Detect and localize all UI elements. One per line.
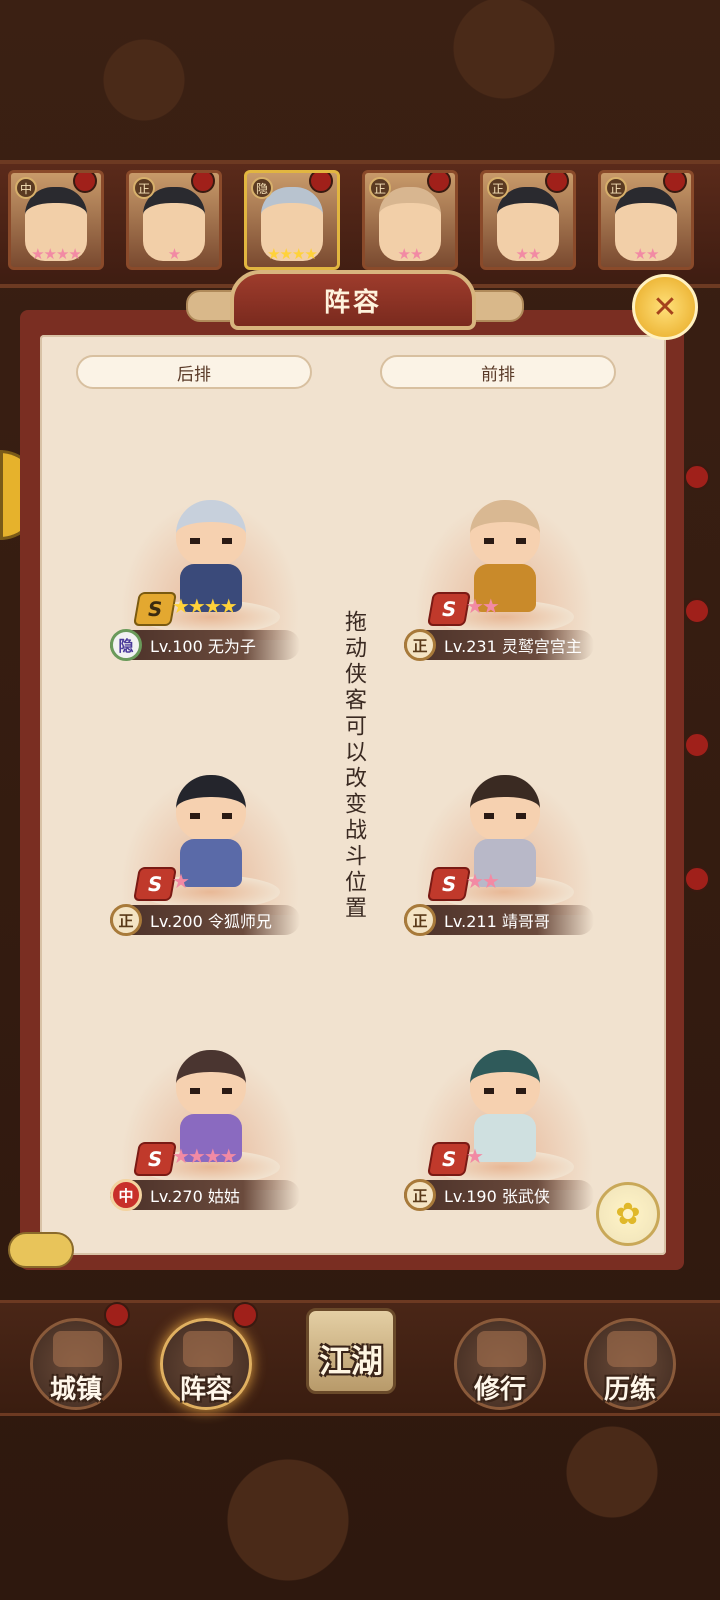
roster-hero-card[interactable]: 正 ★ [126, 170, 222, 270]
drag-hint-text: 拖动侠客可以改变战斗位置 [341, 610, 366, 922]
faction-badge: 正 [605, 177, 627, 199]
front-row-header: 前排 [380, 355, 616, 389]
hero-eyes [190, 538, 232, 544]
notification-dot [309, 173, 333, 193]
hero-head [176, 1050, 246, 1116]
faction-badge: 隐 [110, 629, 142, 661]
faction-badge: 正 [404, 629, 436, 661]
lineup-icon [183, 1331, 233, 1367]
formation-slot-back-2[interactable]: S ★ Lv.200 令狐师兄 正 [110, 755, 310, 955]
faction-badge: 正 [133, 177, 155, 199]
formation-slot-front-3[interactable]: S ★ Lv.190 张武侠 正 [404, 1030, 604, 1230]
faction-badge: 隐 [251, 177, 273, 199]
notification-dot [232, 1302, 258, 1328]
faction-badge: 正 [369, 177, 391, 199]
faction-badge: 中 [110, 1179, 142, 1211]
cloud-ornament-icon [8, 1232, 74, 1268]
training-icon [607, 1331, 657, 1367]
hero-body [474, 1114, 536, 1162]
faction-badge: 正 [404, 904, 436, 936]
roster-hero-card[interactable]: 隐 ★★★★ [244, 170, 340, 270]
hero-eyes [484, 813, 526, 819]
hero-eyes [484, 538, 526, 544]
notification-dot [684, 732, 710, 758]
formation-slot-back-3[interactable]: S ★★★★ Lv.270 姑姑 中 [110, 1030, 310, 1230]
hero-eyes [190, 813, 232, 819]
hero-eyes [190, 1088, 232, 1094]
faction-badge: 正 [487, 177, 509, 199]
hero-head [470, 500, 540, 566]
star-rating: ★ [167, 245, 181, 263]
notification-dot [104, 1302, 130, 1328]
hero-head [176, 775, 246, 841]
notification-dot [663, 173, 687, 193]
grade-badge: S [427, 592, 471, 626]
panel-title-plate: 阵容 [230, 270, 476, 330]
grade-badge: S [133, 592, 177, 626]
formation-slot-front-2[interactable]: S ★★ Lv.211 靖哥哥 正 [404, 755, 604, 955]
nav-jianghu-label: 江湖 [318, 1342, 383, 1380]
faction-badge: 正 [110, 904, 142, 936]
nav-practice-button[interactable]: 修行 [454, 1318, 546, 1410]
notification-dot [684, 866, 710, 892]
grade-badge: S [133, 1142, 177, 1176]
back-row-header: 后排 [76, 355, 312, 389]
star-rating: ★★★★ [31, 245, 82, 263]
hero-eyes [484, 1088, 526, 1094]
practice-icon [477, 1331, 527, 1367]
roster-hero-card[interactable]: 正 ★★ [480, 170, 576, 270]
notification-dot [191, 173, 215, 193]
notification-dot [73, 173, 97, 193]
notification-dot [684, 464, 710, 490]
formation-slot-front-1[interactable]: S ★★ Lv.231 灵鹫宫宫主 正 [404, 480, 604, 680]
roster-hero-card[interactable]: 正 ★★ [598, 170, 694, 270]
nav-practice-label: 修行 [473, 1375, 526, 1405]
formation-slot-back-1[interactable]: S ★★★★ Lv.100 无为子 隐 [110, 480, 310, 680]
sword-close-icon: ✕ [652, 289, 678, 325]
star-rating: ★★ [633, 245, 660, 263]
hero-head [470, 775, 540, 841]
faction-badge: 中 [15, 177, 37, 199]
star-rating: ★★ [515, 245, 542, 263]
star-rating: ★★★★ [267, 245, 318, 263]
star-rating: ★★★★ [172, 594, 238, 618]
star-rating: ★ [466, 1144, 484, 1168]
nav-town-button[interactable]: 城镇 [30, 1318, 122, 1410]
nav-lineup-label: 阵容 [179, 1375, 232, 1405]
grade-badge: S [133, 867, 177, 901]
faction-badge: 正 [404, 1179, 436, 1211]
star-rating: ★★ [397, 245, 424, 263]
notification-dot [427, 173, 451, 193]
panel-title: 阵容 [323, 287, 382, 318]
roster-hero-card[interactable]: 中 ★★★★ [8, 170, 104, 270]
notification-dot [545, 173, 569, 193]
flower-icon[interactable]: ✿ [596, 1182, 660, 1246]
hero-body [180, 839, 242, 887]
star-rating: ★★ [466, 594, 500, 618]
star-rating: ★ [172, 869, 190, 893]
nav-training-button[interactable]: 历练 [584, 1318, 676, 1410]
nav-lineup-button[interactable]: 阵容 [160, 1318, 252, 1410]
grade-badge: S [427, 1142, 471, 1176]
hero-head [176, 500, 246, 566]
star-rating: ★★★★ [172, 1144, 238, 1168]
grade-badge: S [427, 867, 471, 901]
nav-town-label: 城镇 [49, 1375, 102, 1405]
hero-head [470, 1050, 540, 1116]
town-icon [53, 1331, 103, 1367]
nav-jianghu-button[interactable]: 江湖 [296, 1302, 406, 1402]
nav-training-label: 历练 [603, 1375, 656, 1405]
star-rating: ★★ [466, 869, 500, 893]
close-button[interactable]: ✕ [632, 274, 698, 340]
roster-hero-card[interactable]: 正 ★★ [362, 170, 458, 270]
notification-dot [684, 598, 710, 624]
